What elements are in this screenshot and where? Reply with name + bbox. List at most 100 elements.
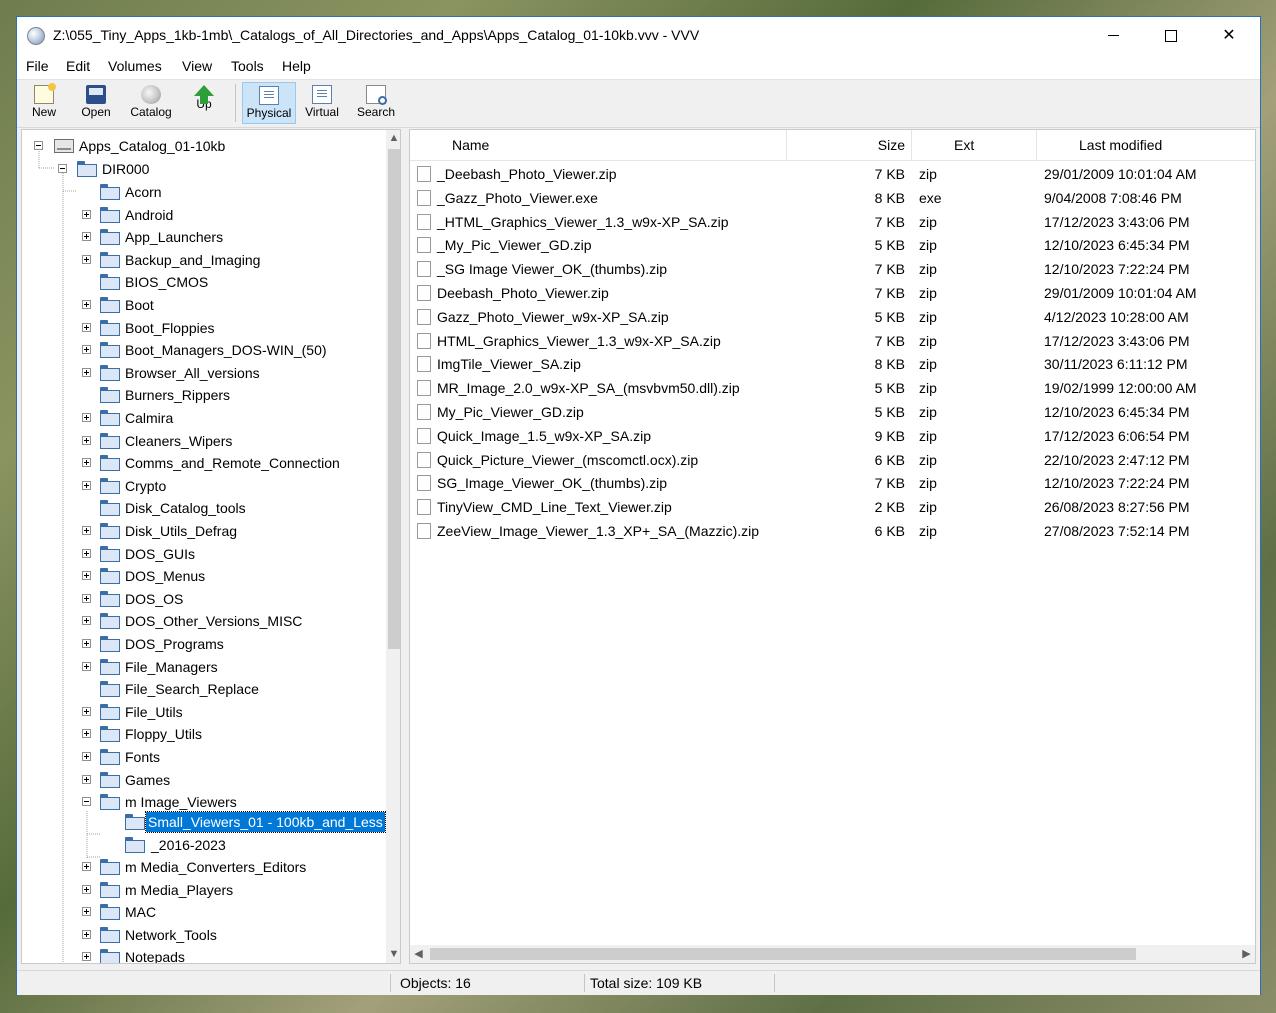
folder-tree[interactable]: Apps_Catalog_01-10kb DIR000 Acorn Android… <box>21 129 401 964</box>
tree-item-label[interactable]: Browser_All_versions <box>123 362 262 384</box>
scrollbar-thumb[interactable] <box>388 149 400 649</box>
file-row[interactable]: TinyView_CMD_Line_Text_Viewer.zip 2 KB zip… <box>410 495 1255 519</box>
tree-item-label[interactable]: Disk_Utils_Defrag <box>123 520 239 542</box>
tree-item-label[interactable]: File_Managers <box>123 656 220 678</box>
maximize-button[interactable] <box>1142 17 1200 55</box>
tree-item-label[interactable]: DOS_GUIs <box>123 543 197 565</box>
tree-item-label[interactable]: Backup_and_Imaging <box>123 249 262 271</box>
expand-icon[interactable] <box>82 480 91 490</box>
menu-view[interactable]: View <box>182 58 212 74</box>
file-row[interactable]: Gazz_Photo_Viewer_w9x-XP_SA.zip 5 KB zip 4/… <box>410 305 1255 329</box>
expand-icon[interactable] <box>82 774 91 784</box>
menu-volumes[interactable]: Volumes <box>108 58 162 74</box>
catalog-button[interactable]: Catalog <box>125 82 177 124</box>
physical-view-button[interactable]: Physical <box>242 82 296 124</box>
tree-item-label[interactable]: Cleaners_Wipers <box>123 430 234 452</box>
expand-icon[interactable] <box>82 232 91 242</box>
tree-item-label[interactable]: Boot <box>123 294 156 316</box>
file-row[interactable]: Deebash_Photo_Viewer.zip 7 KB zip 29/01/200… <box>410 281 1255 305</box>
expand-icon[interactable] <box>82 952 91 962</box>
file-row[interactable]: ZeeView_Image_Viewer_1.3_XP+_SA_(Mazzic)… <box>410 519 1255 543</box>
file-row[interactable]: HTML_Graphics_Viewer_1.3_w9x-XP_SA.zip 7 … <box>410 329 1255 353</box>
file-row[interactable]: _SG Image Viewer_OK_(thumbs).zip 7 KB zip 1… <box>410 257 1255 281</box>
tree-item-label[interactable]: Boot_Managers_DOS-WIN_(50) <box>123 339 329 361</box>
open-button[interactable]: Open <box>74 82 118 124</box>
tree-item-label[interactable]: DOS_Other_Versions_MISC <box>123 610 304 632</box>
tree-item-label[interactable]: Fonts <box>123 746 162 768</box>
tree-item-label[interactable]: Floppy_Utils <box>123 723 204 745</box>
tree-item-label[interactable]: m Image_Viewers <box>123 791 239 813</box>
expand-icon[interactable] <box>82 752 91 761</box>
tree-item-label[interactable]: DOS_OS <box>123 588 185 610</box>
expand-icon[interactable] <box>82 526 91 535</box>
tree-item-label[interactable]: Comms_and_Remote_Connection <box>123 452 342 474</box>
tree-item-label[interactable]: m Media_Players <box>123 879 235 901</box>
scroll-up-icon[interactable]: ▲ <box>386 130 400 147</box>
expand-icon[interactable] <box>82 209 91 219</box>
menu-file[interactable]: File <box>26 58 49 74</box>
tree-item-label[interactable]: App_Launchers <box>123 226 225 248</box>
tree-vertical-scrollbar[interactable]: ▲ ▼ <box>386 130 400 963</box>
close-button[interactable]: ✕ <box>1200 17 1258 55</box>
scroll-left-icon[interactable]: ◀ <box>410 945 427 963</box>
file-list[interactable]: Name Size Ext Last modified _Deebash_Pho… <box>409 129 1256 964</box>
tree-item-label[interactable]: DOS_Programs <box>123 633 226 655</box>
expand-icon[interactable] <box>82 345 91 355</box>
expand-icon[interactable] <box>82 616 91 626</box>
collapse-icon[interactable] <box>34 141 43 150</box>
tree-item-label[interactable]: Notepads <box>123 946 187 963</box>
tree-item-label[interactable]: Burners_Rippers <box>123 384 232 406</box>
tree-item-label[interactable]: File_Search_Replace <box>123 678 261 700</box>
tree-item-label[interactable]: Android <box>123 204 175 226</box>
expand-icon[interactable] <box>82 884 91 894</box>
tree-root-label[interactable]: Apps_Catalog_01-10kb <box>77 135 227 157</box>
file-row[interactable]: _HTML_Graphics_Viewer_1.3_w9x-XP_SA.zip 7… <box>410 210 1255 234</box>
menu-edit[interactable]: Edit <box>66 58 90 74</box>
virtual-view-button[interactable]: Virtual <box>300 82 344 124</box>
expand-icon[interactable] <box>82 907 91 917</box>
tree-item-label[interactable]: m Media_Converters_Editors <box>123 856 308 878</box>
tree-item-label[interactable]: Small_Viewers_01 - 100kb_and_Less <box>145 811 386 833</box>
expand-icon[interactable] <box>82 458 91 468</box>
tree-item-label[interactable]: MAC <box>123 901 158 923</box>
tree-item-label[interactable]: Calmira <box>123 407 175 429</box>
expand-icon[interactable] <box>82 435 91 445</box>
file-row[interactable]: MR_Image_2.0_w9x-XP_SA_(msvbvm50.dll).zi… <box>410 376 1255 400</box>
collapse-icon[interactable] <box>82 797 91 807</box>
expand-icon[interactable] <box>82 593 91 603</box>
expand-icon[interactable] <box>82 571 91 581</box>
collapse-icon[interactable] <box>58 164 67 173</box>
expand-icon[interactable] <box>82 413 91 422</box>
scrollbar-thumb[interactable] <box>430 948 1136 960</box>
tree-item-label[interactable]: Network_Tools <box>123 924 219 946</box>
expand-icon[interactable] <box>82 706 91 716</box>
column-size[interactable]: Size <box>787 130 912 160</box>
expand-icon[interactable] <box>82 639 91 648</box>
tree-item-label[interactable]: Boot_Floppies <box>123 317 217 339</box>
tree-item-label[interactable]: Crypto <box>123 475 168 497</box>
menu-tools[interactable]: Tools <box>231 58 264 74</box>
expand-icon[interactable] <box>82 367 91 377</box>
column-last-modified[interactable]: Last modified <box>1037 130 1255 160</box>
file-row[interactable]: Quick_Image_1.5_w9x-XP_SA.zip 9 KB zip 17/1… <box>410 424 1255 448</box>
expand-icon[interactable] <box>82 862 91 871</box>
tree-item-label[interactable]: File_Utils <box>123 701 185 723</box>
file-row[interactable]: _My_Pic_Viewer_GD.zip 5 KB zip 12/10/2023 6… <box>410 233 1255 257</box>
file-row[interactable]: Quick_Picture_Viewer_(mscomctl.ocx).zip 6… <box>410 448 1255 472</box>
tree-item-label[interactable]: DOS_Menus <box>123 565 207 587</box>
tree-item-label[interactable]: BIOS_CMOS <box>123 271 210 293</box>
up-button[interactable]: Up <box>183 82 225 124</box>
file-row[interactable]: SG_Image_Viewer_OK_(thumbs).zip 7 KB zip 12… <box>410 471 1255 495</box>
scroll-down-icon[interactable]: ▼ <box>386 946 400 963</box>
tree-item-label[interactable]: Disk_Catalog_tools <box>123 497 248 519</box>
expand-icon[interactable] <box>82 729 91 739</box>
expand-icon[interactable] <box>82 661 91 671</box>
search-button[interactable]: Search <box>351 82 401 124</box>
scroll-right-icon[interactable]: ▶ <box>1238 945 1255 963</box>
new-button[interactable]: New <box>22 82 66 124</box>
tree-item-label[interactable]: Games <box>123 769 172 791</box>
file-row[interactable]: _Deebash_Photo_Viewer.zip 7 KB zip 29/01/20… <box>410 162 1255 186</box>
title-bar[interactable]: Z:\055_Tiny_Apps_1kb-1mb\_Catalogs_of_Al… <box>17 17 1260 56</box>
expand-icon[interactable] <box>82 322 91 332</box>
expand-icon[interactable] <box>82 548 91 558</box>
